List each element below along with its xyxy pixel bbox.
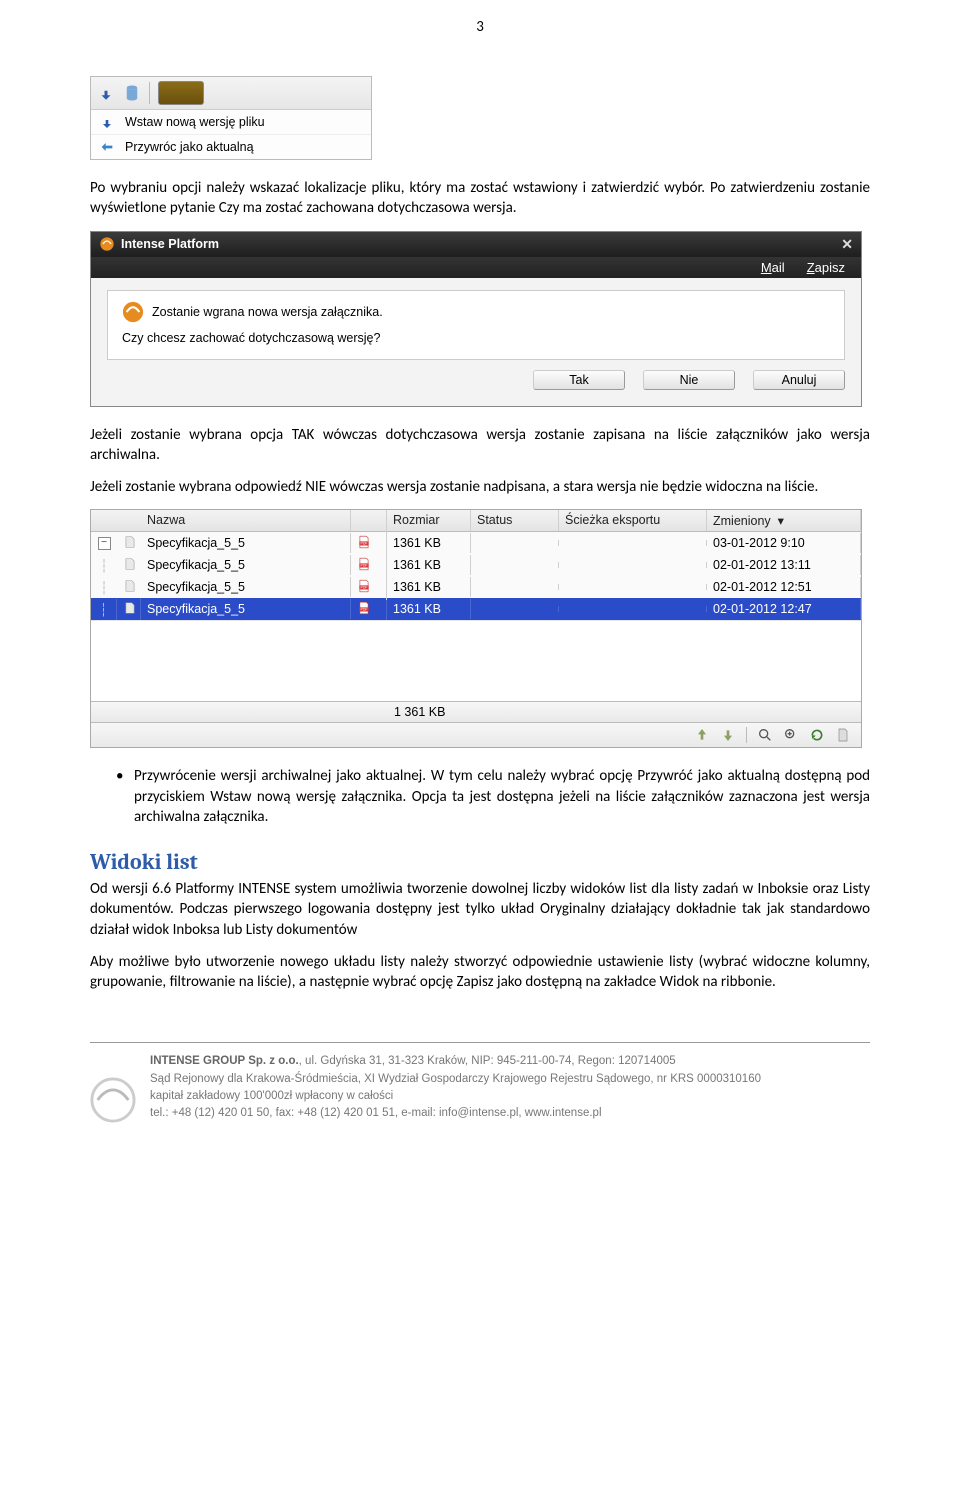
menu-item-label: Wstaw nową wersję pliku — [125, 115, 265, 129]
list-toolbar — [91, 722, 861, 747]
collapse-icon[interactable]: − — [98, 537, 111, 550]
col-rozmiar[interactable]: Rozmiar — [387, 510, 471, 531]
insert-down-icon — [99, 114, 115, 130]
file-icon — [117, 532, 141, 555]
zoom-fit-icon[interactable] — [783, 727, 799, 743]
cell-status — [471, 540, 559, 546]
footer-address: , ul. Gdyńska 31, 31-323 Kraków, NIP: 94… — [299, 1055, 676, 1067]
svg-text:PDF: PDF — [361, 541, 368, 545]
cell-name: Specyfikacja_5_5 — [141, 533, 351, 553]
footer-capital: kapitał zakładowy 100'000zł wpłacony w c… — [150, 1088, 761, 1105]
heading-widoki-list: Widoki list — [90, 849, 870, 875]
cell-name: Specyfikacja_5_5 — [141, 577, 351, 597]
tak-button[interactable]: Tak — [533, 370, 625, 390]
file-icon — [117, 598, 141, 621]
upload-icon[interactable] — [694, 727, 710, 743]
nie-button[interactable]: Nie — [643, 370, 735, 390]
cell-date: 02-01-2012 12:47 — [707, 599, 861, 619]
footer-company: INTENSE GROUP Sp. z o.o. — [150, 1055, 299, 1067]
paragraph-1: Po wybraniu opcji należy wskazać lokaliz… — [90, 178, 870, 219]
refresh-icon[interactable] — [809, 727, 825, 743]
figure-menu-dropdown: Wstaw nową wersję pliku Przywróc jako ak… — [90, 76, 870, 160]
pdf-icon: PDF — [351, 597, 387, 622]
paragraph-2: Jeżeli zostanie wybrana opcja TAK wówcza… — [90, 425, 870, 466]
cell-size: 1361 KB — [387, 577, 471, 597]
col-zmieniony[interactable]: Zmieniony ▾ — [707, 510, 861, 531]
dialog-menubar: MMailail ZapiszZapisz — [91, 257, 861, 278]
svg-text:PDF: PDF — [361, 585, 368, 589]
col-sciezka[interactable]: Ścieżka eksportu — [559, 510, 707, 531]
menu-item-restore-as-current[interactable]: Przywróc jako aktualną — [91, 135, 371, 159]
cell-size: 1361 KB — [387, 555, 471, 575]
restore-icon — [99, 139, 115, 155]
menu-item-label: Przywróc jako aktualną — [125, 140, 254, 154]
footer-court: Sąd Rejonowy dla Krakowa-Śródmieścia, XI… — [150, 1071, 761, 1088]
search-icon[interactable] — [757, 727, 773, 743]
cell-size: 1361 KB — [387, 599, 471, 619]
app-logo-icon — [122, 301, 144, 323]
menu-zapisz[interactable]: ZapiszZapisz — [807, 260, 845, 275]
document-icon[interactable] — [835, 727, 851, 743]
download-icon[interactable] — [720, 727, 736, 743]
cell-name: Specyfikacja_5_5 — [141, 555, 351, 575]
file-icon — [117, 554, 141, 577]
company-logo-icon — [90, 1077, 136, 1123]
svg-text:PDF: PDF — [361, 607, 368, 611]
menu-item-insert-new-version[interactable]: Wstaw nową wersję pliku — [91, 110, 371, 135]
figure-confirm-dialog: Intense Platform ✕ MMailail ZapiszZapisz… — [90, 231, 870, 407]
figure-attachment-list: Nazwa Rozmiar Status Ścieżka eksportu Zm… — [90, 509, 870, 748]
page-number: 3 — [476, 18, 484, 36]
cell-size: 1361 KB — [387, 533, 471, 553]
sum-size: 1 361 KB — [394, 705, 445, 719]
menu-toolbar — [91, 77, 371, 110]
footer-contact: tel.: +48 (12) 420 01 50, fax: +48 (12) … — [150, 1105, 761, 1122]
cell-date: 02-01-2012 12:51 — [707, 577, 861, 597]
table-row[interactable]: ┆Specyfikacja_5_5PDF1361 KB02-01-2012 12… — [91, 598, 861, 620]
cell-path — [559, 540, 707, 546]
cell-status — [471, 606, 559, 612]
page-footer: INTENSE GROUP Sp. z o.o., ul. Gdyńska 31… — [90, 1053, 870, 1123]
database-icon — [123, 84, 141, 102]
paragraph-5: Aby możliwe było utworzenie nowego układ… — [90, 952, 870, 993]
bullet-marker: • — [116, 766, 134, 827]
table-row[interactable]: ┆Specyfikacja_5_5PDF1361 KB02-01-2012 13… — [91, 554, 861, 576]
thumbnail-preview — [158, 81, 204, 105]
app-logo-icon — [99, 236, 115, 252]
list-header: Nazwa Rozmiar Status Ścieżka eksportu Zm… — [91, 510, 861, 532]
col-nazwa[interactable]: Nazwa — [141, 510, 351, 531]
file-icon — [117, 576, 141, 599]
paragraph-3: Jeżeli zostanie wybrana odpowiedź NIE wó… — [90, 477, 870, 497]
bullet-restore-archive: Przywrócenie wersji archiwalnej jako akt… — [134, 766, 870, 827]
cell-status — [471, 584, 559, 590]
paragraph-4: Od wersji 6.6 Platformy INTENSE system u… — [90, 879, 870, 940]
table-row[interactable]: − Specyfikacja_5_5 PDF 1361 KB 03-01-2012 9:… — [91, 532, 861, 554]
col-status[interactable]: Status — [471, 510, 559, 531]
dialog-message-line-1: Zostanie wgrana nowa wersja załącznika. — [152, 305, 383, 319]
dialog-titlebar: Intense Platform ✕ — [91, 232, 861, 257]
svg-text:PDF: PDF — [361, 563, 368, 567]
table-row[interactable]: ┆Specyfikacja_5_5PDF1361 KB02-01-2012 12… — [91, 576, 861, 598]
anuluj-button[interactable]: Anuluj — [753, 370, 845, 390]
cell-status — [471, 562, 559, 568]
cell-date: 03-01-2012 9:10 — [707, 533, 861, 553]
dialog-title-text: Intense Platform — [121, 237, 219, 251]
close-icon[interactable]: ✕ — [841, 236, 853, 253]
cell-path — [559, 562, 707, 568]
cell-name: Specyfikacja_5_5 — [141, 599, 351, 619]
cell-path — [559, 606, 707, 612]
cell-path — [559, 584, 707, 590]
dialog-message-line-2: Czy chcesz zachować dotychczasową wersję… — [122, 331, 830, 345]
insert-down-icon — [97, 84, 115, 102]
cell-date: 02-01-2012 13:11 — [707, 555, 861, 575]
list-summary-bar: 1 361 KB — [91, 701, 861, 722]
menu-mail[interactable]: MMailail — [761, 260, 785, 275]
